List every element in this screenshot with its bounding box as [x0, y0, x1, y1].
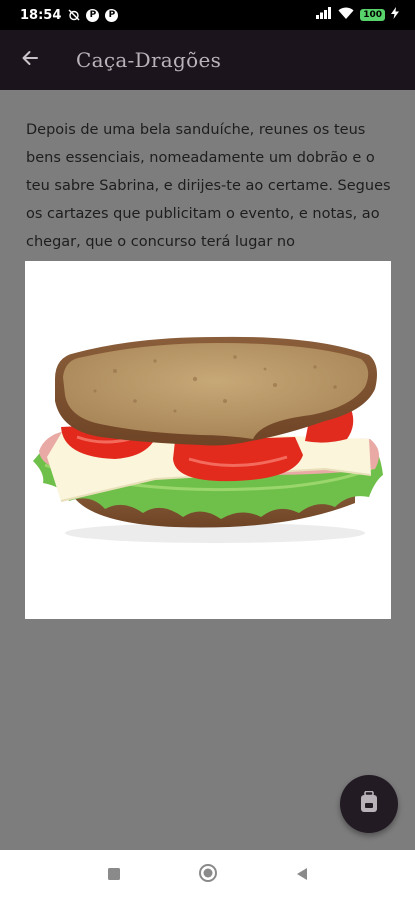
story-image	[25, 261, 391, 619]
status-time: 18:54	[20, 7, 62, 23]
battery-indicator: 100	[360, 9, 385, 21]
notification-app-icon-2: P	[105, 8, 119, 22]
sandwich-illustration	[33, 336, 383, 543]
wifi-icon	[338, 7, 354, 23]
story-text: Depois de uma bela sanduíche, reunes os …	[26, 122, 391, 250]
battery-level: 100	[363, 10, 382, 20]
home-button[interactable]	[196, 863, 220, 887]
status-bar: 18:54 P P 100	[0, 0, 415, 30]
backpack-icon	[359, 790, 379, 817]
arrow-left-icon	[20, 48, 40, 72]
app-bar: Caça-Dragões	[0, 30, 415, 90]
back-button[interactable]	[0, 30, 60, 90]
notification-app-icon: P	[86, 8, 100, 22]
system-navigation-bar	[0, 850, 415, 900]
circle-icon	[198, 863, 218, 887]
charging-icon	[391, 7, 399, 23]
recents-button[interactable]	[102, 863, 126, 887]
triangle-icon	[295, 866, 309, 885]
system-back-button[interactable]	[290, 863, 314, 887]
page-title: Caça-Dragões	[76, 48, 222, 72]
square-icon	[107, 866, 121, 885]
alarm-off-icon	[67, 9, 80, 22]
inventory-fab[interactable]	[340, 775, 398, 833]
signal-icon	[316, 7, 332, 23]
